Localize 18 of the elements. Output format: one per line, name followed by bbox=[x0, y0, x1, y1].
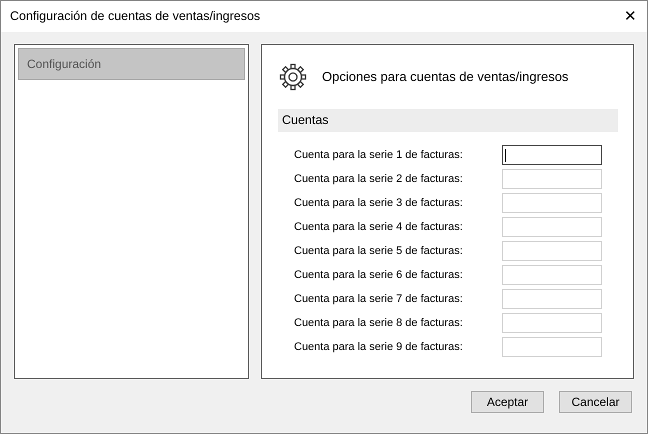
field-label: Cuenta para la serie 2 de facturas: bbox=[294, 172, 464, 187]
field-label: Cuenta para la serie 6 de facturas: bbox=[294, 268, 464, 283]
dialog-button[interactable]: Cancelar bbox=[559, 391, 632, 413]
dialog-button[interactable]: Aceptar bbox=[471, 391, 544, 413]
field-label: Cuenta para la serie 1 de facturas: bbox=[294, 148, 464, 163]
field-label: Cuenta para la serie 3 de facturas: bbox=[294, 196, 464, 211]
panel-title: Opciones para cuentas de ventas/ingresos bbox=[322, 68, 568, 86]
section-header: Cuentas bbox=[278, 109, 618, 132]
field-label: Cuenta para la serie 7 de facturas: bbox=[294, 292, 464, 307]
sidebar-item[interactable]: Configuración bbox=[18, 48, 245, 80]
window-title: Configuración de cuentas de ventas/ingresos bbox=[10, 8, 260, 26]
gear-icon bbox=[279, 63, 307, 91]
field-label: Cuenta para la serie 9 de facturas: bbox=[294, 340, 464, 355]
field-label: Cuenta para la serie 5 de facturas: bbox=[294, 244, 464, 259]
input-field[interactable] bbox=[502, 145, 602, 165]
field-label: Cuenta para la serie 8 de facturas: bbox=[294, 316, 464, 331]
close-button[interactable]: ✕ bbox=[624, 9, 637, 24]
field-label: Cuenta para la serie 4 de facturas: bbox=[294, 220, 464, 235]
